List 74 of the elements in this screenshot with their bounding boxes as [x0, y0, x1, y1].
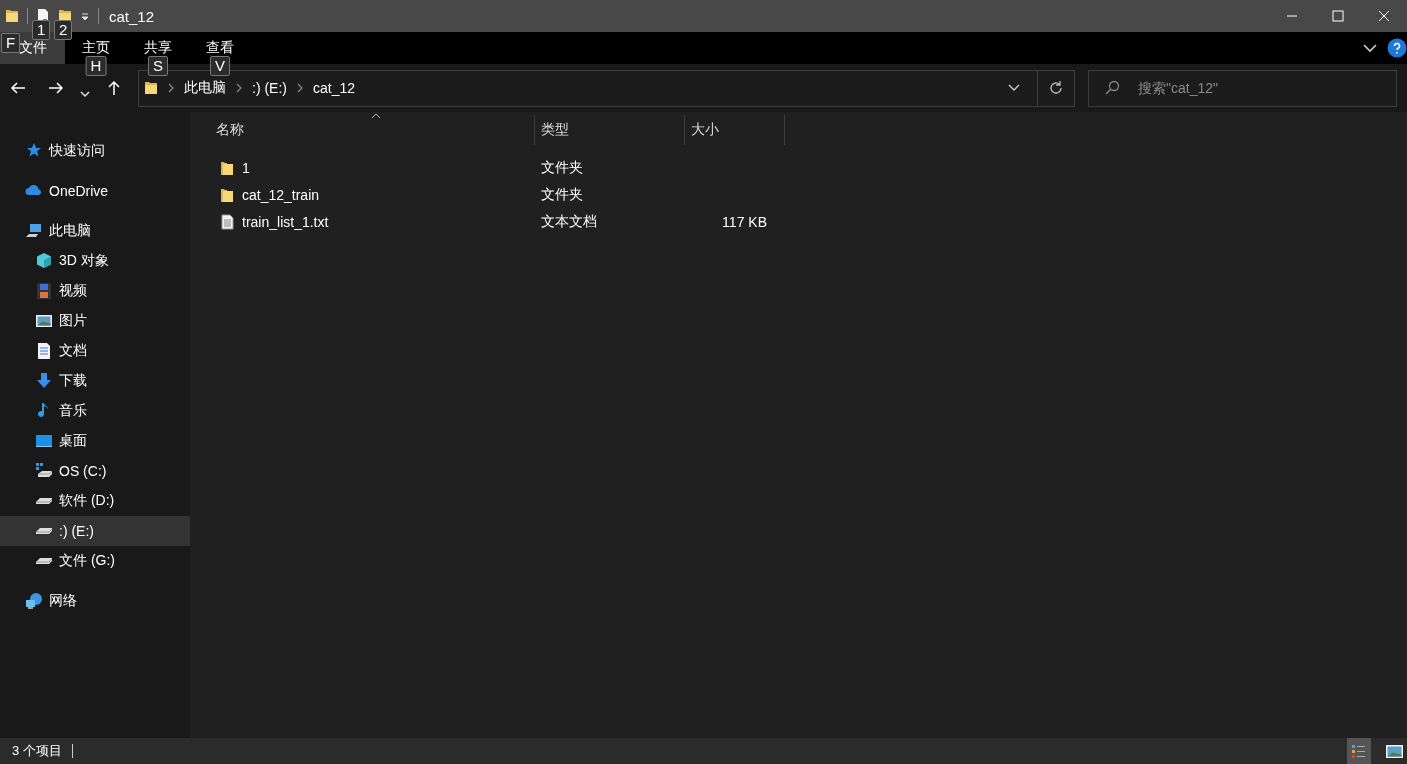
window-title: cat_12 — [109, 7, 155, 25]
large-icons-view-icon — [1384, 742, 1404, 760]
keytip-tooltip: 2 — [54, 20, 73, 40]
nav-item[interactable]: 文件 (G:) — [0, 546, 190, 576]
nav-item[interactable]: 视频 — [0, 276, 190, 306]
refresh-icon[interactable] — [1048, 80, 1064, 96]
up-arrow-icon — [107, 80, 121, 96]
file-name-text: train_list_1.txt — [242, 213, 329, 230]
document-icon — [35, 342, 53, 360]
breadcrumb-item[interactable]: cat_12 — [313, 80, 356, 96]
drive-icon — [35, 527, 53, 535]
chevron-down-icon[interactable] — [1363, 43, 1377, 53]
nav-item[interactable]: 此电脑 — [0, 216, 190, 246]
nav-item[interactable]: 图片 — [0, 306, 190, 336]
download-icon — [35, 372, 53, 390]
folder-icon — [144, 80, 158, 96]
file-name-text: cat_12_train — [242, 186, 320, 203]
chevron-down-icon — [80, 90, 90, 98]
nav-item[interactable]: 下载 — [0, 366, 190, 396]
nav-item[interactable]: 网络 — [0, 586, 190, 616]
nav-item[interactable]: 桌面 — [0, 426, 190, 456]
item-count: 3 个项目 — [12, 742, 62, 760]
file-name[interactable]: cat_12_train — [207, 186, 535, 203]
network-icon — [25, 592, 43, 610]
keytip-tooltip: V — [210, 56, 230, 76]
dropdown-icon[interactable] — [80, 11, 90, 21]
keytip-tooltip: S — [148, 56, 168, 76]
system-drive-icon — [35, 462, 53, 480]
search-field[interactable]: 搜索"cat_12" — [1088, 69, 1397, 107]
file-name[interactable]: train_list_1.txt — [207, 213, 535, 230]
file-name-text: 1 — [242, 159, 250, 176]
back-icon — [10, 80, 26, 96]
nav-item[interactable]: 3D 对象 — [0, 246, 190, 276]
close-icon — [1378, 10, 1390, 22]
desktop-icon — [35, 432, 53, 450]
forward-icon — [48, 80, 64, 96]
file-name[interactable]: 1 — [207, 159, 535, 176]
keytip-tooltip: 1 — [32, 20, 51, 40]
folder-icon — [220, 186, 234, 203]
nav-item[interactable]: 软件 (D:) — [0, 486, 190, 516]
keytip-tooltip: H — [85, 56, 107, 76]
chevron-right-icon — [235, 83, 243, 93]
keytip-tooltip: F — [1, 33, 21, 53]
nav-item[interactable]: :) (E:) — [0, 516, 190, 546]
chevron-down-icon[interactable] — [1008, 84, 1020, 92]
column-header[interactable]: 大小 — [685, 115, 785, 145]
table-cell-text: 117 KB — [721, 213, 767, 230]
nav-item[interactable]: OS (C:) — [0, 456, 190, 486]
computer-icon — [25, 222, 43, 240]
column-header[interactable]: 名称 — [207, 115, 535, 145]
search-icon — [1104, 79, 1120, 96]
folder-icon — [220, 159, 234, 176]
help-icon[interactable] — [1387, 38, 1407, 58]
drive-icon — [35, 497, 53, 505]
maximize-icon — [1332, 10, 1344, 22]
drive-icon — [35, 557, 53, 565]
folder-icon — [5, 8, 19, 24]
nav-item[interactable]: 文档 — [0, 336, 190, 366]
cube-icon — [35, 252, 53, 270]
image-icon — [35, 312, 53, 330]
table-cell-text: 文件夹 — [540, 158, 584, 177]
text-file-icon — [220, 213, 234, 230]
chevron-right-icon — [296, 83, 304, 93]
table-cell-text: 文本文档 — [540, 212, 598, 231]
column-header[interactable]: 类型 — [535, 115, 685, 145]
breadcrumb-item[interactable]: 此电脑 — [184, 79, 226, 97]
sort-ascending-icon — [370, 113, 381, 119]
nav-item[interactable]: OneDrive — [0, 176, 190, 206]
film-icon — [35, 282, 53, 300]
nav-item[interactable]: 音乐 — [0, 396, 190, 426]
nav-item[interactable]: 快速访问 — [0, 136, 190, 166]
chevron-right-icon — [167, 83, 175, 93]
breadcrumb-item[interactable]: :) (E:) — [252, 80, 287, 96]
table-cell-text: 文件夹 — [540, 185, 584, 204]
